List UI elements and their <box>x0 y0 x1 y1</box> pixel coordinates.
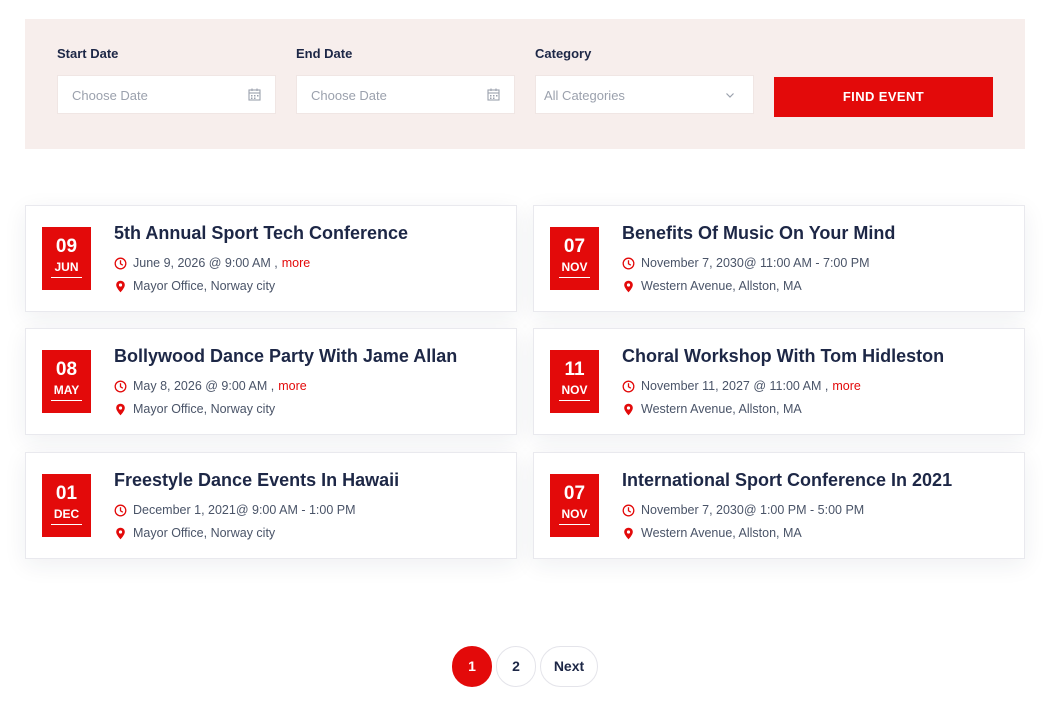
clock-icon <box>114 257 127 269</box>
next-page-button[interactable]: Next <box>540 646 598 687</box>
clock-icon <box>114 504 127 516</box>
event-filter-bar: Start Date Choose Date End Date Choose D… <box>25 19 1025 149</box>
event-card[interactable]: 01 DEC Freestyle Dance Events In Hawaii … <box>25 452 517 559</box>
more-link[interactable]: more <box>278 379 306 393</box>
event-time: June 9, 2026 @ 9:00 AM <box>133 256 271 270</box>
event-time-row: May 8, 2026 @ 9:00 AM , more <box>114 379 307 393</box>
event-time: November 7, 2030@ 1:00 PM - 5:00 PM <box>641 503 865 517</box>
event-location-row: Western Avenue, Allston, MA <box>622 526 802 540</box>
clock-icon <box>622 504 635 516</box>
more-separator: , <box>821 379 829 393</box>
event-card[interactable]: 08 MAY Bollywood Dance Party With Jame A… <box>25 328 517 435</box>
event-month: NOV <box>559 260 590 278</box>
event-date-badge: 11 NOV <box>550 350 599 413</box>
calendar-icon <box>487 88 500 101</box>
event-location: Western Avenue, Allston, MA <box>641 526 802 540</box>
page-1-button[interactable]: 1 <box>452 646 492 687</box>
event-location: Western Avenue, Allston, MA <box>641 279 802 293</box>
event-time: November 11, 2027 @ 11:00 AM <box>641 379 822 393</box>
start-date-label: Start Date <box>57 46 119 61</box>
event-time: November 7, 2030@ 11:00 AM - 7:00 PM <box>641 256 870 270</box>
event-location: Western Avenue, Allston, MA <box>641 402 802 416</box>
event-time-row: June 9, 2026 @ 9:00 AM , more <box>114 256 310 270</box>
event-title[interactable]: Choral Workshop With Tom Hidleston <box>622 346 944 367</box>
event-day: 11 <box>564 359 585 380</box>
event-location-row: Western Avenue, Allston, MA <box>622 402 802 416</box>
more-separator: , <box>270 256 278 270</box>
clock-icon <box>114 380 127 392</box>
map-pin-icon <box>624 280 633 292</box>
find-event-button[interactable]: FIND EVENT <box>774 77 993 117</box>
map-pin-icon <box>624 527 633 539</box>
more-link[interactable]: more <box>282 256 310 270</box>
event-card[interactable]: 07 NOV Benefits Of Music On Your Mind No… <box>533 205 1025 312</box>
event-location: Mayor Office, Norway city <box>133 526 276 540</box>
event-title[interactable]: Benefits Of Music On Your Mind <box>622 223 895 244</box>
event-title[interactable]: 5th Annual Sport Tech Conference <box>114 223 408 244</box>
end-date-label: End Date <box>296 46 353 61</box>
event-location-row: Mayor Office, Norway city <box>114 402 275 416</box>
more-link[interactable]: more <box>832 379 860 393</box>
event-time-row: November 7, 2030@ 11:00 AM - 7:00 PM <box>622 256 870 270</box>
category-selected-value: All Categories <box>544 88 625 103</box>
event-location-row: Western Avenue, Allston, MA <box>622 279 802 293</box>
event-month: DEC <box>51 507 82 525</box>
event-location-row: Mayor Office, Norway city <box>114 279 275 293</box>
event-location-row: Mayor Office, Norway city <box>114 526 275 540</box>
event-month: NOV <box>559 383 590 401</box>
event-month: NOV <box>559 507 590 525</box>
event-month: JUN <box>51 260 82 278</box>
end-date-input[interactable]: Choose Date <box>296 75 515 114</box>
start-date-placeholder: Choose Date <box>72 88 148 103</box>
category-select[interactable]: All Categories <box>535 75 754 114</box>
event-card[interactable]: 11 NOV Choral Workshop With Tom Hidlesto… <box>533 328 1025 435</box>
map-pin-icon <box>624 403 633 415</box>
event-time-row: November 11, 2027 @ 11:00 AM , more <box>622 379 861 393</box>
end-date-placeholder: Choose Date <box>311 88 387 103</box>
event-date-badge: 07 NOV <box>550 227 599 290</box>
event-time-row: December 1, 2021@ 9:00 AM - 1:00 PM <box>114 503 356 517</box>
event-day: 07 <box>563 483 586 504</box>
event-date-badge: 07 NOV <box>550 474 599 537</box>
event-time: May 8, 2026 @ 9:00 AM <box>133 379 268 393</box>
event-time-row: November 7, 2030@ 1:00 PM - 5:00 PM <box>622 503 864 517</box>
clock-icon <box>622 257 635 269</box>
map-pin-icon <box>116 403 125 415</box>
event-card[interactable]: 07 NOV International Sport Conference In… <box>533 452 1025 559</box>
event-location: Mayor Office, Norway city <box>133 402 276 416</box>
page-2-button[interactable]: 2 <box>496 646 536 687</box>
chevron-down-icon <box>726 93 734 98</box>
event-title[interactable]: Freestyle Dance Events In Hawaii <box>114 470 399 491</box>
event-location: Mayor Office, Norway city <box>133 279 276 293</box>
more-separator: , <box>267 379 275 393</box>
event-day: 08 <box>55 359 78 380</box>
event-month: MAY <box>51 383 82 401</box>
event-day: 01 <box>55 483 78 504</box>
event-day: 07 <box>563 236 586 257</box>
event-day: 09 <box>55 236 78 257</box>
event-time: December 1, 2021@ 9:00 AM - 1:00 PM <box>133 503 356 517</box>
start-date-input[interactable]: Choose Date <box>57 75 276 114</box>
event-date-badge: 01 DEC <box>42 474 91 537</box>
map-pin-icon <box>116 527 125 539</box>
event-title[interactable]: Bollywood Dance Party With Jame Allan <box>114 346 457 367</box>
event-card[interactable]: 09 JUN 5th Annual Sport Tech Conference … <box>25 205 517 312</box>
clock-icon <box>622 380 635 392</box>
category-label: Category <box>535 46 592 61</box>
event-date-badge: 09 JUN <box>42 227 91 290</box>
map-pin-icon <box>116 280 125 292</box>
event-title[interactable]: International Sport Conference In 2021 <box>622 470 952 491</box>
event-date-badge: 08 MAY <box>42 350 91 413</box>
calendar-icon <box>248 88 261 101</box>
